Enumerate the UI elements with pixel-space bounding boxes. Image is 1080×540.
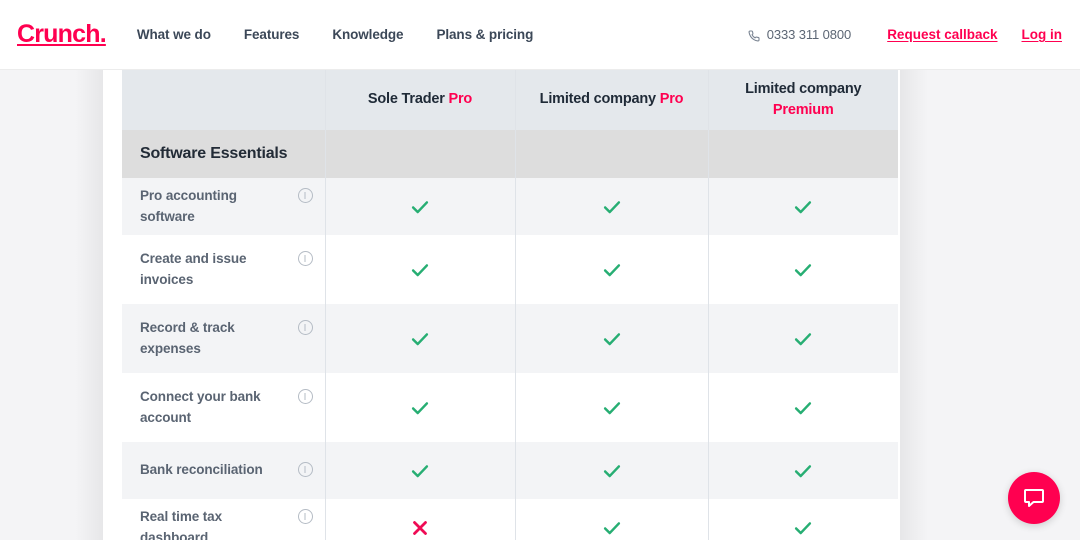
info-icon[interactable] — [298, 389, 313, 404]
plan-name: Limited company — [540, 91, 660, 107]
plan-name: Sole Trader — [368, 91, 449, 107]
feature-value-cell — [708, 235, 898, 304]
table-row: Bank reconciliation — [122, 442, 898, 499]
feature-label: Bank reconciliation — [140, 460, 263, 481]
feature-label: Pro accounting software — [140, 186, 290, 228]
left-gutter — [0, 70, 103, 540]
check-icon — [409, 196, 431, 218]
nav-item-plans-pricing[interactable]: Plans & pricing — [436, 27, 533, 42]
table-row: Pro accounting software — [122, 178, 898, 235]
feature-value-cell — [325, 373, 515, 442]
feature-label-cell: Connect your bank account — [122, 373, 325, 442]
plan-column-limited-company-premium: Limited company Premium — [708, 70, 898, 130]
feature-label-cell: Bank reconciliation — [122, 442, 325, 499]
check-icon — [792, 397, 814, 419]
check-icon — [409, 259, 431, 281]
feature-value-cell — [325, 178, 515, 235]
feature-label-cell: Pro accounting software — [122, 178, 325, 235]
feature-value-cell — [515, 178, 708, 235]
plan-name: Limited company — [745, 81, 861, 97]
table-row: Real time tax dashboard — [122, 499, 898, 540]
info-icon[interactable] — [298, 188, 313, 203]
feature-value-cell — [515, 235, 708, 304]
phone-icon — [748, 29, 760, 41]
section-title: Software Essentials — [122, 130, 325, 178]
info-icon[interactable] — [298, 509, 313, 524]
brand-logo[interactable]: Crunch. — [17, 22, 106, 47]
feature-label-cell: Record & track expenses — [122, 304, 325, 373]
check-icon — [792, 328, 814, 350]
check-icon — [601, 259, 623, 281]
feature-label: Connect your bank account — [140, 387, 290, 429]
section-header-software-essentials: Software Essentials — [122, 130, 898, 178]
chat-widget-button[interactable] — [1008, 472, 1060, 524]
chat-bubble-icon — [1022, 486, 1046, 510]
check-icon — [601, 196, 623, 218]
request-callback-link[interactable]: Request callback — [887, 27, 997, 42]
site-header: Crunch. What we do Features Knowledge Pl… — [0, 0, 1080, 70]
main-navigation: What we do Features Knowledge Plans & pr… — [137, 27, 533, 42]
nav-item-knowledge[interactable]: Knowledge — [332, 27, 403, 42]
check-icon — [792, 196, 814, 218]
feature-value-cell — [708, 178, 898, 235]
check-icon — [409, 328, 431, 350]
check-icon — [601, 328, 623, 350]
table-corner-cell — [122, 70, 325, 130]
check-icon — [792, 259, 814, 281]
check-icon — [792, 517, 814, 539]
section-spacer — [325, 130, 515, 178]
feature-value-cell — [708, 304, 898, 373]
info-icon[interactable] — [298, 251, 313, 266]
check-icon — [601, 460, 623, 482]
table-row: Create and issue invoices — [122, 235, 898, 304]
check-icon — [409, 460, 431, 482]
plan-column-sole-trader-pro: Sole Trader Pro — [325, 70, 515, 130]
plan-column-limited-company-pro: Limited company Pro — [515, 70, 708, 130]
section-spacer — [708, 130, 898, 178]
feature-value-cell — [515, 442, 708, 499]
check-icon — [601, 517, 623, 539]
right-gutter — [900, 70, 1080, 540]
plan-tier: Premium — [719, 100, 889, 121]
table-row: Connect your bank account — [122, 373, 898, 442]
check-icon — [409, 397, 431, 419]
feature-value-cell — [515, 499, 708, 540]
feature-value-cell — [515, 373, 708, 442]
info-icon[interactable] — [298, 320, 313, 335]
phone-block[interactable]: 0333 311 0800 — [748, 27, 852, 42]
info-icon[interactable] — [298, 462, 313, 477]
feature-label: Create and issue invoices — [140, 249, 290, 291]
plan-comparison-table: Sole Trader Pro Limited company Pro Limi… — [122, 70, 898, 540]
feature-value-cell — [325, 235, 515, 304]
plan-tier: Pro — [660, 91, 684, 107]
feature-value-cell — [708, 499, 898, 540]
table-row: Record & track expenses — [122, 304, 898, 373]
feature-label-cell: Real time tax dashboard — [122, 499, 325, 540]
check-icon — [792, 460, 814, 482]
feature-value-cell — [325, 442, 515, 499]
feature-value-cell — [325, 499, 515, 540]
log-in-link[interactable]: Log in — [1022, 27, 1063, 42]
plan-header-row: Sole Trader Pro Limited company Pro Limi… — [122, 70, 898, 130]
header-right-group: 0333 311 0800 Request callback Log in — [748, 27, 1062, 42]
feature-value-cell — [708, 373, 898, 442]
feature-label: Real time tax dashboard — [140, 507, 290, 540]
nav-item-what-we-do[interactable]: What we do — [137, 27, 211, 42]
plan-tier: Pro — [449, 91, 473, 107]
page-body: Sole Trader Pro Limited company Pro Limi… — [0, 70, 1080, 540]
feature-value-cell — [325, 304, 515, 373]
section-spacer — [515, 130, 708, 178]
nav-item-features[interactable]: Features — [244, 27, 299, 42]
feature-label-cell: Create and issue invoices — [122, 235, 325, 304]
feature-label: Record & track expenses — [140, 318, 290, 360]
check-icon — [601, 397, 623, 419]
phone-number: 0333 311 0800 — [767, 27, 852, 42]
cross-icon — [409, 517, 431, 539]
feature-value-cell — [708, 442, 898, 499]
feature-value-cell — [515, 304, 708, 373]
